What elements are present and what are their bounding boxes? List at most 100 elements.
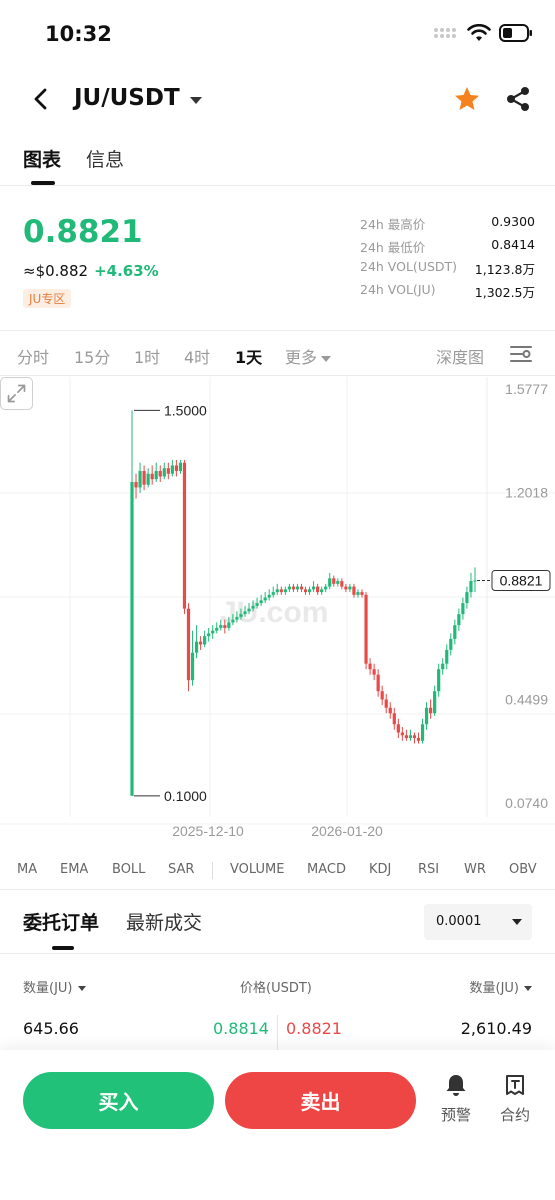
candle — [190, 630, 195, 686]
candle — [465, 586, 469, 609]
candle-body — [154, 470, 158, 480]
zone-badge[interactable]: JU专区 — [23, 289, 72, 308]
candle — [441, 658, 445, 675]
candle-body — [134, 481, 138, 488]
indicator-macd[interactable]: MACD — [307, 862, 346, 877]
candle — [400, 727, 404, 741]
sell-button[interactable]: 卖出 — [225, 1072, 416, 1129]
ask-qty-header-label: 数量(JU) — [469, 981, 520, 996]
chevron-down-icon — [524, 986, 532, 991]
candle-body — [324, 586, 328, 590]
candle-body — [211, 630, 215, 634]
chart-canvas[interactable]: JU.com 1.5777 1.2018 0.4499 0.0740 2025-12-… — [0, 377, 555, 845]
interval-1h[interactable]: 1时 — [134, 344, 160, 368]
candle-body — [328, 578, 332, 587]
candle-body — [473, 580, 477, 582]
interval-4h[interactable]: 4时 — [184, 344, 210, 368]
candle-body — [465, 592, 469, 604]
candle — [437, 663, 441, 697]
candle — [130, 410, 134, 796]
tab-chart[interactable]: 图表 — [23, 145, 61, 172]
candle — [372, 663, 376, 681]
candle-body — [412, 735, 417, 739]
x-tick-label: 2026-01-20 — [311, 823, 383, 839]
indicator-obv[interactable]: OBV — [509, 862, 537, 877]
interval-15m[interactable]: 15分 — [74, 344, 110, 368]
candle-body — [287, 586, 291, 590]
stat-value: 1,302.5万 — [474, 284, 535, 300]
candle — [186, 603, 191, 692]
candle-body — [207, 633, 211, 637]
interval-more[interactable]: 更多 — [285, 344, 332, 368]
candle — [291, 583, 296, 593]
candle-body — [445, 649, 449, 664]
indicator-sar[interactable]: SAR — [168, 862, 194, 877]
precision-select[interactable]: 0.0001 — [424, 904, 532, 940]
battery-icon — [499, 24, 532, 42]
candle-body — [170, 465, 174, 474]
candle — [307, 586, 312, 595]
indicator-kdj[interactable]: KDJ — [369, 862, 391, 877]
candle-body — [433, 691, 437, 714]
candle — [424, 702, 429, 730]
depth-chart-button[interactable]: 深度图 — [436, 344, 484, 368]
indicator-ma[interactable]: MA — [17, 862, 37, 877]
status-bar: 10:32 — [0, 0, 555, 70]
contract-button[interactable]: 合约 — [495, 1072, 535, 1132]
tab-info[interactable]: 信息 — [86, 145, 124, 172]
interval-1d[interactable]: 1天 — [235, 344, 262, 368]
bid-qty-header[interactable]: 数量(JU) — [23, 977, 86, 996]
candlestick-chart[interactable]: JU.com 1.5777 1.2018 0.4499 0.0740 2025-12-… — [0, 377, 555, 845]
candle-body — [142, 470, 146, 485]
candle-body — [231, 619, 235, 623]
usd-line: ≈$0.882 +4.63% — [23, 262, 159, 280]
fullscreen-expand-icon[interactable] — [0, 377, 33, 410]
candle-body — [174, 465, 178, 471]
tab-order-book[interactable]: 委托订单 — [23, 908, 99, 935]
indicator-rsi[interactable]: RSI — [418, 862, 439, 877]
candle — [295, 583, 300, 593]
ask-qty-header[interactable]: 数量(JU) — [469, 977, 532, 996]
chart-settings-icon[interactable] — [510, 344, 532, 364]
indicator-ema[interactable]: EMA — [60, 862, 88, 877]
status-icons — [433, 24, 533, 42]
candle — [146, 468, 150, 488]
indicator-divider — [212, 862, 213, 879]
indicator-boll[interactable]: BOLL — [112, 862, 145, 877]
indicator-bar: MA EMA BOLL SAR VOLUME MACD KDJ RSI WR O… — [0, 850, 555, 890]
favorite-star-icon[interactable] — [453, 85, 481, 113]
candle — [316, 583, 320, 595]
candle-body — [469, 581, 473, 593]
candle — [368, 658, 372, 675]
candle-body — [360, 592, 364, 595]
price-alert-button[interactable]: 预警 — [436, 1072, 476, 1132]
candle-body — [356, 592, 360, 595]
candle — [449, 633, 453, 656]
candle-body — [203, 636, 207, 645]
active-tab-indicator — [31, 181, 55, 185]
share-icon[interactable] — [505, 85, 531, 113]
candle — [178, 459, 183, 474]
candle — [194, 625, 199, 659]
candle — [384, 693, 388, 714]
candle — [287, 583, 291, 593]
interval-line[interactable]: 分时 — [17, 344, 49, 368]
order-book-row[interactable]: 645.66 0.8814 0.8821 2,610.49 — [0, 1015, 555, 1063]
candle-body — [271, 592, 275, 595]
price-header: 价格(USDT) — [240, 981, 312, 996]
signal-icon — [434, 28, 456, 38]
tab-latest-trades[interactable]: 最新成交 — [126, 908, 202, 935]
candle-body — [408, 735, 413, 739]
active-order-tab-indicator — [52, 946, 74, 950]
candle — [215, 622, 219, 634]
candle-body — [186, 608, 191, 681]
candle-body — [388, 707, 392, 714]
candle-body — [291, 586, 296, 590]
indicator-wr[interactable]: WR — [464, 862, 486, 877]
buy-button[interactable]: 买入 — [23, 1072, 214, 1129]
indicator-volume[interactable]: VOLUME — [230, 862, 284, 877]
pair-selector[interactable]: JU/USDT — [74, 85, 202, 111]
back-icon[interactable] — [28, 85, 56, 113]
candle-body — [243, 611, 247, 615]
stat-row: 24h VOL(JU) 1,302.5万 — [360, 282, 535, 305]
